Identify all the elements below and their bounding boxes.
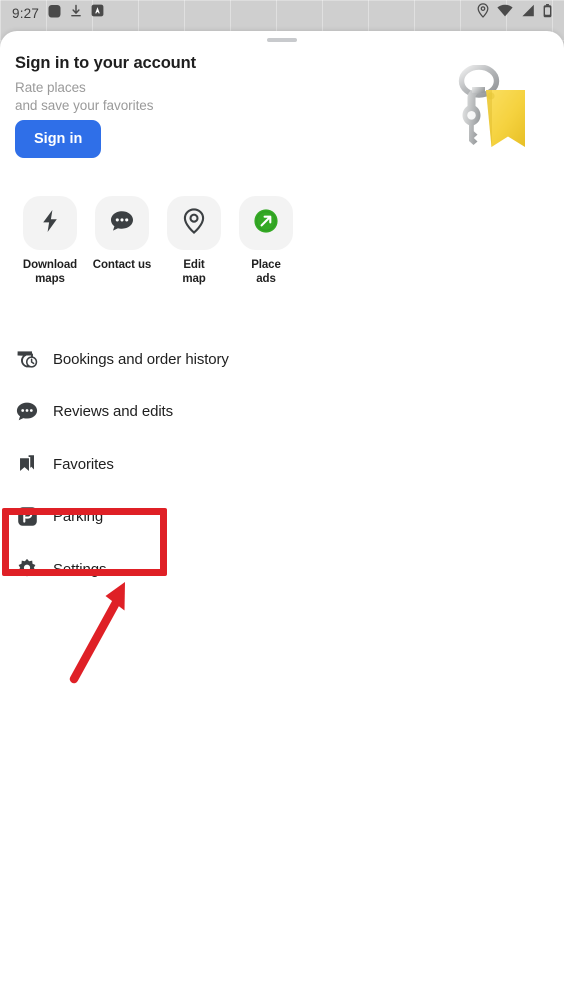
quick-action-tile xyxy=(95,196,149,250)
header-subtitle-line-2: and save your favorites xyxy=(15,98,154,113)
header-subtitle: Rate places and save your favorites xyxy=(15,79,153,115)
android-badge-icon xyxy=(91,4,104,22)
menu-item-label: Parking xyxy=(53,508,104,526)
quick-action-label: Contact us xyxy=(92,259,152,273)
calendar-clock-icon xyxy=(14,346,40,372)
map-pin-icon xyxy=(183,207,205,239)
sign-in-button[interactable]: Sign in xyxy=(15,120,102,158)
app-square-icon xyxy=(48,4,61,23)
chat-bubble-icon xyxy=(14,399,40,425)
menu-item-label: Settings xyxy=(53,560,107,578)
quick-action-label: Download maps xyxy=(23,259,77,286)
account-bottom-sheet: Sign in to your account Rate places and … xyxy=(0,31,564,1004)
download-icon xyxy=(70,4,82,23)
location-icon xyxy=(477,3,489,23)
quick-action-edit-map[interactable]: Edit map xyxy=(158,196,230,321)
gear-icon xyxy=(14,556,40,582)
sheet-drag-handle[interactable] xyxy=(267,38,297,42)
quick-action-tile xyxy=(23,196,77,250)
quick-action-label-line-2: ads xyxy=(256,272,276,285)
lightning-bolt-icon xyxy=(40,209,60,238)
signal-icon xyxy=(521,4,535,22)
quick-action-place-ads[interactable]: Place ads xyxy=(230,196,302,321)
page-title: Sign in to your account xyxy=(15,54,197,72)
green-arrow-pin-icon xyxy=(253,208,279,239)
quick-action-label-line-1: Download xyxy=(22,259,78,271)
menu-item-settings[interactable]: Settings xyxy=(0,543,564,596)
key-with-yellow-tag-illustration xyxy=(428,64,538,170)
quick-action-label-line-1: Place xyxy=(251,259,281,271)
quick-action-contact-us[interactable]: Contact us xyxy=(86,196,158,321)
wifi-icon xyxy=(497,4,513,22)
header-subtitle-line-1: Rate places xyxy=(15,80,86,95)
menu-item-reviews-and-edits[interactable]: Reviews and edits xyxy=(0,386,564,439)
quick-action-label-line-1: Edit xyxy=(183,259,205,271)
chat-bubble-icon xyxy=(110,210,134,237)
status-bar-right xyxy=(477,3,552,23)
quick-action-tile xyxy=(239,196,293,250)
quick-action-label: Edit map xyxy=(182,259,205,286)
account-menu-list: Bookings and order history Reviews and e… xyxy=(0,333,564,596)
account-header: Sign in to your account Rate places and … xyxy=(0,50,564,190)
bookmarks-icon xyxy=(14,451,40,477)
battery-icon xyxy=(543,3,552,23)
menu-item-favorites[interactable]: Favorites xyxy=(0,438,564,491)
menu-item-parking[interactable]: Parking xyxy=(0,491,564,544)
parking-p-icon xyxy=(14,504,40,530)
status-bar: 9:27 xyxy=(0,0,564,26)
menu-item-label: Favorites xyxy=(53,455,114,473)
quick-action-download-maps[interactable]: Download maps xyxy=(14,196,86,321)
quick-action-label: Place ads xyxy=(251,259,281,286)
status-bar-clock: 9:27 xyxy=(12,5,40,21)
menu-item-bookings-and-order-history[interactable]: Bookings and order history xyxy=(0,333,564,386)
menu-item-label: Bookings and order history xyxy=(53,350,229,368)
status-bar-left: 9:27 xyxy=(12,4,104,23)
quick-action-tile xyxy=(167,196,221,250)
quick-action-label-line-2: maps xyxy=(35,272,65,285)
quick-action-label-line-2: map xyxy=(182,272,206,285)
quick-action-label-line-1: Contact us xyxy=(92,259,152,271)
menu-item-label: Reviews and edits xyxy=(53,403,174,421)
quick-actions-row: Download maps Contact us Edit map Place … xyxy=(0,196,564,321)
